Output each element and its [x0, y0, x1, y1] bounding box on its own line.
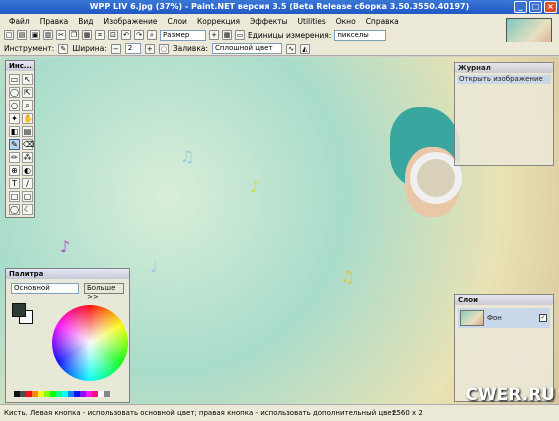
close-button[interactable]: ×	[544, 1, 557, 13]
paste-icon[interactable]: ▦	[82, 30, 92, 40]
menu-adjustments[interactable]: Коррекция	[192, 17, 245, 26]
menu-utilities[interactable]: Utilities	[293, 17, 331, 26]
menu-view[interactable]: Вид	[73, 17, 98, 26]
menu-bar: Файл Правка Вид Изображение Слои Коррекц…	[0, 14, 500, 28]
music-note-icon: ♪	[250, 177, 261, 196]
lasso-icon[interactable]: ◯	[9, 87, 20, 98]
print-icon[interactable]: ▥	[43, 30, 53, 40]
zoom-icon[interactable]: ⌕	[147, 30, 157, 40]
pan-icon[interactable]: ✋	[22, 113, 33, 124]
rectangle-icon[interactable]: □	[9, 191, 20, 202]
rect-select-icon[interactable]: ▭	[9, 74, 20, 85]
move-selection-icon[interactable]: ⇱	[22, 87, 33, 98]
width-increase-icon[interactable]: +	[144, 43, 155, 54]
width-decrease-icon[interactable]: −	[110, 43, 121, 54]
rounded-rect-icon[interactable]: ▢	[22, 191, 33, 202]
primary-color-swatch[interactable]	[12, 303, 26, 317]
blend-mode-icon[interactable]: ∿	[286, 43, 296, 54]
history-panel-title: Журнал	[455, 63, 553, 73]
width-label: Ширина:	[72, 44, 107, 53]
pencil-icon[interactable]: ✏	[9, 152, 20, 163]
brush-tool-icon[interactable]: ✎	[58, 43, 69, 54]
zoom-tool-icon[interactable]: ⌕	[22, 100, 33, 111]
alpha-icon[interactable]: ◭	[300, 43, 310, 54]
status-hint: Кисть. Левая кнопка - использовать основ…	[4, 409, 398, 417]
more-button[interactable]: Больше >>	[84, 283, 124, 301]
bucket-icon[interactable]: ◧	[9, 126, 20, 137]
menu-effects[interactable]: Эффекты	[245, 17, 293, 26]
antialias-icon[interactable]: ◌	[158, 43, 169, 54]
layer-row[interactable]: Фон ✓	[458, 308, 550, 328]
text-icon[interactable]: T	[9, 178, 20, 189]
zoom-in-icon[interactable]: +	[209, 30, 219, 40]
maximize-button[interactable]: □	[529, 1, 542, 13]
deselect-icon[interactable]: ⊡	[108, 30, 118, 40]
menu-edit[interactable]: Правка	[35, 17, 74, 26]
palette-panel: Палитра Основной Больше >>	[5, 268, 130, 403]
units-select[interactable]: пикселы	[334, 29, 387, 41]
music-note-icon: ♩	[150, 257, 158, 276]
new-icon[interactable]: □	[4, 30, 14, 40]
cut-icon[interactable]: ✂	[56, 30, 66, 40]
magic-wand-icon[interactable]: ✦	[9, 113, 20, 124]
clone-stamp-icon[interactable]: ⊕	[9, 165, 20, 176]
ellipse-icon[interactable]: ◯	[9, 204, 20, 215]
ellipse-select-icon[interactable]: ○	[9, 100, 20, 111]
color-palette[interactable]	[14, 391, 110, 397]
eyedropper-icon[interactable]: ⁂	[22, 152, 33, 163]
watermark: CWER.RU	[465, 385, 555, 405]
width-input[interactable]: 2	[124, 43, 141, 54]
image-size: 2560 x 2	[392, 409, 423, 417]
layer-name: Фон	[487, 314, 502, 322]
fill-select[interactable]: Сплошной цвет	[212, 43, 282, 54]
line-icon[interactable]: ∕	[22, 178, 33, 189]
ruler-icon[interactable]: ▭	[235, 30, 245, 40]
title-bar: WPP LIV 6.jpg (37%) - Paint.NET версия 3…	[0, 0, 559, 14]
grid-icon[interactable]: ▦	[222, 30, 232, 40]
music-note-icon: ♫	[340, 267, 355, 286]
menu-file[interactable]: Файл	[4, 17, 35, 26]
units-label: Единицы измерения:	[248, 30, 332, 40]
history-panel: Журнал Открыть изображение	[454, 62, 554, 166]
status-bar: Кисть. Левая кнопка - использовать основ…	[0, 387, 559, 421]
menu-image[interactable]: Изображение	[99, 17, 163, 26]
music-note-icon: ♪	[60, 237, 71, 256]
history-item[interactable]: Открыть изображение	[457, 75, 551, 84]
layers-panel-title: Слои	[455, 295, 553, 305]
move-icon[interactable]: ↖	[22, 74, 33, 85]
color-wheel[interactable]	[52, 305, 128, 381]
minimize-button[interactable]: _	[514, 1, 527, 13]
window-title: WPP LIV 6.jpg (37%) - Paint.NET версия 3…	[89, 2, 470, 11]
tools-panel-title: Инс...	[6, 61, 34, 71]
menu-help[interactable]: Справка	[361, 17, 404, 26]
tool-label: Инструмент:	[4, 44, 55, 53]
freeform-icon[interactable]: ☾	[22, 204, 33, 215]
layer-visible-checkbox[interactable]: ✓	[539, 314, 547, 322]
tools-panel: Инс... ▭ ↖ ◯ ⇱ ○ ⌕ ✦ ✋ ◧ ▤ ✎ ⌫ ✏ ⁂ ⊕ ◐ T…	[5, 60, 35, 218]
menu-layers[interactable]: Слои	[162, 17, 192, 26]
recolor-icon[interactable]: ◐	[22, 165, 33, 176]
undo-icon[interactable]: ↶	[121, 30, 131, 40]
palette-panel-title: Палитра	[6, 269, 129, 279]
fill-label: Заливка:	[172, 44, 208, 53]
tool-options-bar: Инструмент: ✎ Ширина: − 2 + ◌ Заливка: С…	[0, 42, 559, 56]
layer-thumbnail	[460, 310, 484, 326]
save-icon[interactable]: ▣	[30, 30, 40, 40]
copy-icon[interactable]: ❐	[69, 30, 79, 40]
redo-icon[interactable]: ↷	[134, 30, 144, 40]
music-note-icon: ♫	[180, 147, 195, 166]
menu-window[interactable]: Окно	[331, 17, 361, 26]
crop-icon[interactable]: ⌗	[95, 30, 105, 40]
open-icon[interactable]: ▤	[17, 30, 27, 40]
zoom-select[interactable]: Размер окн	[160, 29, 206, 48]
main-toolbar: □ ▤ ▣ ▥ ✂ ❐ ▦ ⌗ ⊡ ↶ ↷ ⌕ Размер окн + ▦ ▭…	[0, 28, 500, 48]
eraser-icon[interactable]: ⌫	[22, 139, 34, 150]
palette-mode-select[interactable]: Основной	[11, 283, 79, 294]
paintbrush-icon[interactable]: ✎	[9, 139, 20, 150]
gradient-icon[interactable]: ▤	[22, 126, 33, 137]
